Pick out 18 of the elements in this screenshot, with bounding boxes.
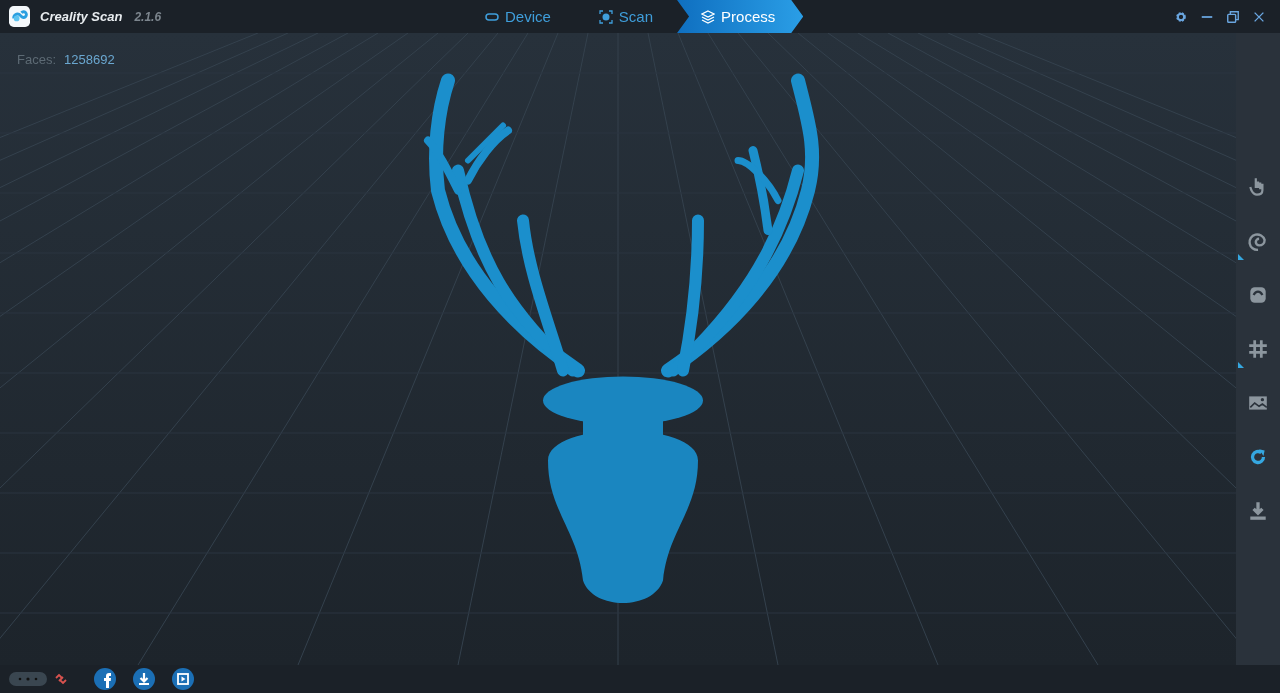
faces-label: Faces: [17, 52, 56, 67]
app-logo-icon [9, 6, 30, 27]
scan-face-icon [598, 9, 613, 24]
layers-icon [701, 9, 716, 24]
video-icon[interactable] [172, 668, 194, 690]
faces-count: 1258692 [64, 52, 115, 67]
app-version: 2.1.6 [134, 9, 162, 24]
tab[interactable]: Process [677, 0, 804, 33]
restore-icon[interactable] [1226, 9, 1240, 24]
scanner-icon [8, 670, 48, 688]
tab[interactable]: Device [461, 0, 575, 33]
tab[interactable]: Scan [574, 0, 678, 33]
facebook-icon[interactable] [94, 668, 116, 690]
download-icon[interactable] [133, 668, 155, 690]
app-name: Creality Scan [40, 9, 123, 24]
grid-icon[interactable] [1247, 338, 1269, 360]
spiral-icon[interactable] [1247, 230, 1269, 252]
settings-icon[interactable] [1174, 9, 1188, 24]
